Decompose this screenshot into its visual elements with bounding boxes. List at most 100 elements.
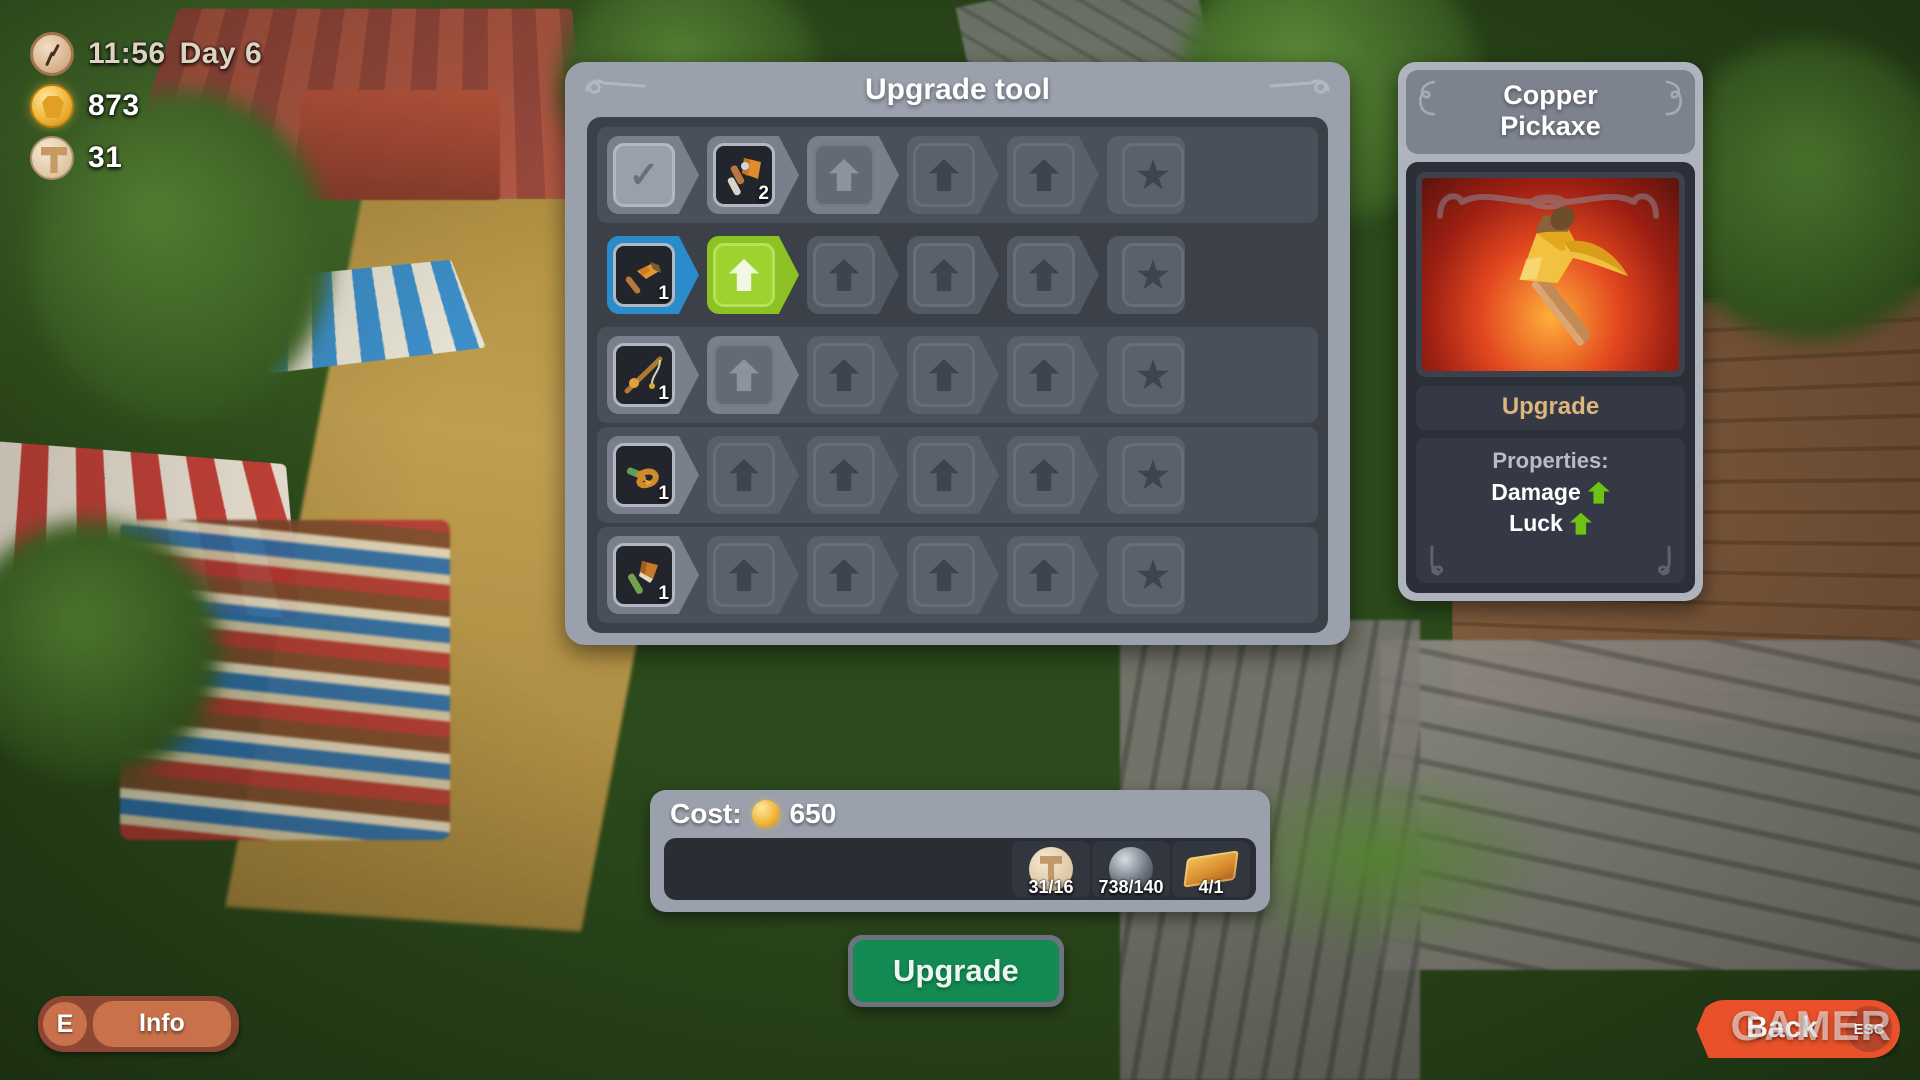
upgrade-cell-locked[interactable] — [1003, 132, 1103, 218]
arrow-up-icon — [929, 359, 959, 391]
table-row[interactable]: 1 — [597, 527, 1318, 623]
star-icon — [1137, 159, 1169, 190]
upgrade-cell-locked[interactable] — [903, 132, 1003, 218]
hud-materials: 31 — [88, 141, 123, 174]
upgrade-cell-done[interactable]: ✓ — [603, 132, 703, 218]
star-icon — [1137, 459, 1169, 490]
upgrade-cell-mastery[interactable] — [1103, 232, 1203, 318]
upgrade-grid: ✓ 2 1 1 1 1 — [587, 117, 1328, 633]
properties-header: Properties: — [1492, 448, 1609, 474]
upgrade-slot — [713, 543, 775, 607]
upgrade-cell-mastery[interactable] — [1103, 132, 1203, 218]
upgrade-cell-mastery[interactable] — [1103, 532, 1203, 618]
upgrade-cell-locked[interactable] — [903, 332, 1003, 418]
hud-coins-row: 873 — [30, 84, 262, 128]
panel-header: Upgrade tool — [565, 62, 1350, 117]
upgrade-slot — [813, 443, 875, 507]
upgrade-slot — [713, 343, 775, 407]
cost-line: Cost: 650 — [664, 798, 1256, 838]
item-detail-card: Copper Pickaxe Upgrade Properties: Damag… — [1398, 62, 1703, 602]
cost-label: Cost: — [670, 798, 742, 829]
arrow-up-icon — [1029, 359, 1059, 391]
material-chip[interactable]: 738/140 — [1092, 841, 1170, 897]
arrow-up-icon — [729, 259, 759, 291]
arrow-up-icon — [929, 559, 959, 591]
upgrade-cell-available[interactable] — [703, 332, 803, 418]
upgrade-cell-mastery[interactable] — [1103, 332, 1203, 418]
material-chip[interactable]: 31/16 — [1012, 841, 1090, 897]
arrow-up-icon — [829, 559, 859, 591]
table-row[interactable]: ✓ 2 — [597, 127, 1318, 223]
material-count: 31/16 — [1028, 877, 1074, 897]
upgrade-button[interactable]: Upgrade — [848, 935, 1064, 1007]
upgrade-cell-selected-tool[interactable]: 1 — [603, 232, 703, 318]
hud-materials-row: 31 — [30, 136, 262, 180]
upgrade-slot — [813, 543, 875, 607]
detail-header: Copper Pickaxe — [1406, 70, 1695, 155]
table-row[interactable]: 1 — [597, 327, 1318, 423]
upgrade-cell-mastery[interactable] — [1103, 432, 1203, 518]
table-row[interactable]: 1 — [597, 427, 1318, 523]
detail-title-line1: Copper — [1503, 80, 1598, 110]
table-row[interactable]: 1 — [597, 227, 1318, 323]
upgrade-cell-locked[interactable] — [803, 232, 903, 318]
upgrade-cell-locked[interactable] — [1003, 432, 1103, 518]
tool-slot: 1 — [613, 443, 675, 507]
upgrade-cell-locked[interactable] — [903, 232, 1003, 318]
upgrade-slot — [913, 143, 975, 207]
tool-level: 1 — [658, 383, 669, 404]
hud-time-row: 11:56 Day 6 — [30, 32, 262, 76]
upgrade-cell-locked[interactable] — [803, 532, 903, 618]
upgrade-slot — [813, 343, 875, 407]
upgrade-slot — [1013, 343, 1075, 407]
coin-icon — [30, 84, 74, 128]
arrow-up-icon — [729, 559, 759, 591]
upgrade-slot — [813, 143, 875, 207]
cost-amount: 650 — [789, 798, 837, 829]
check-icon: ✓ — [628, 154, 660, 195]
upgrade-cell-locked[interactable] — [1003, 532, 1103, 618]
item-artwork — [1416, 172, 1685, 378]
arrow-up-icon — [929, 259, 959, 291]
mastery-slot — [1122, 243, 1184, 307]
detail-properties: Properties: Damage Luck — [1416, 438, 1685, 584]
upgrade-button-label: Upgrade — [853, 940, 1059, 1002]
mastery-slot — [1122, 443, 1184, 507]
back-button-label: Back — [1746, 1011, 1818, 1044]
upgrade-cell-current-tool[interactable]: 1 — [603, 532, 703, 618]
tool-level: 1 — [658, 283, 669, 304]
upgrade-cell-locked[interactable] — [903, 532, 1003, 618]
upgrade-cell-locked[interactable] — [803, 432, 903, 518]
upgrade-cell-locked[interactable] — [1003, 332, 1103, 418]
upgrade-cell-available[interactable] — [803, 132, 903, 218]
upgrade-cell-locked[interactable] — [703, 432, 803, 518]
upgrade-slot — [713, 443, 775, 507]
material-count: 738/140 — [1098, 877, 1164, 897]
arrow-up-icon — [1569, 512, 1592, 535]
arrow-up-icon — [829, 459, 859, 491]
mastery-slot — [1122, 343, 1184, 407]
upgrade-slot — [913, 343, 975, 407]
tool-slot: 1 — [613, 343, 675, 407]
arrow-up-icon — [1029, 559, 1059, 591]
upgrade-cell-current-tool[interactable]: 2 — [703, 132, 803, 218]
info-button[interactable]: E Info — [38, 996, 239, 1052]
upgrade-cell-locked[interactable] — [803, 332, 903, 418]
flourish-ornament-icon — [1269, 79, 1330, 94]
upgrade-slot — [1013, 543, 1075, 607]
upgrade-slot — [1013, 443, 1075, 507]
swirl-ornament-icon — [1657, 545, 1671, 576]
clock-icon — [30, 32, 74, 76]
detail-title-line2: Pickaxe — [1500, 111, 1601, 142]
upgrade-cell-locked[interactable] — [1003, 232, 1103, 318]
upgrade-cell-current-tool[interactable]: 1 — [603, 332, 703, 418]
upgrade-cell-locked[interactable] — [703, 532, 803, 618]
upgrade-cell-highlighted[interactable] — [703, 232, 803, 318]
upgrade-cell-current-tool[interactable]: 1 — [603, 432, 703, 518]
arrow-up-icon — [829, 359, 859, 391]
back-button[interactable]: Back ESC — [1696, 1000, 1900, 1058]
hud-day: Day 6 — [179, 37, 263, 70]
material-chip[interactable]: 4/1 — [1172, 841, 1250, 897]
upgrade-cell-locked[interactable] — [903, 432, 1003, 518]
property-name: Luck — [1509, 510, 1563, 537]
